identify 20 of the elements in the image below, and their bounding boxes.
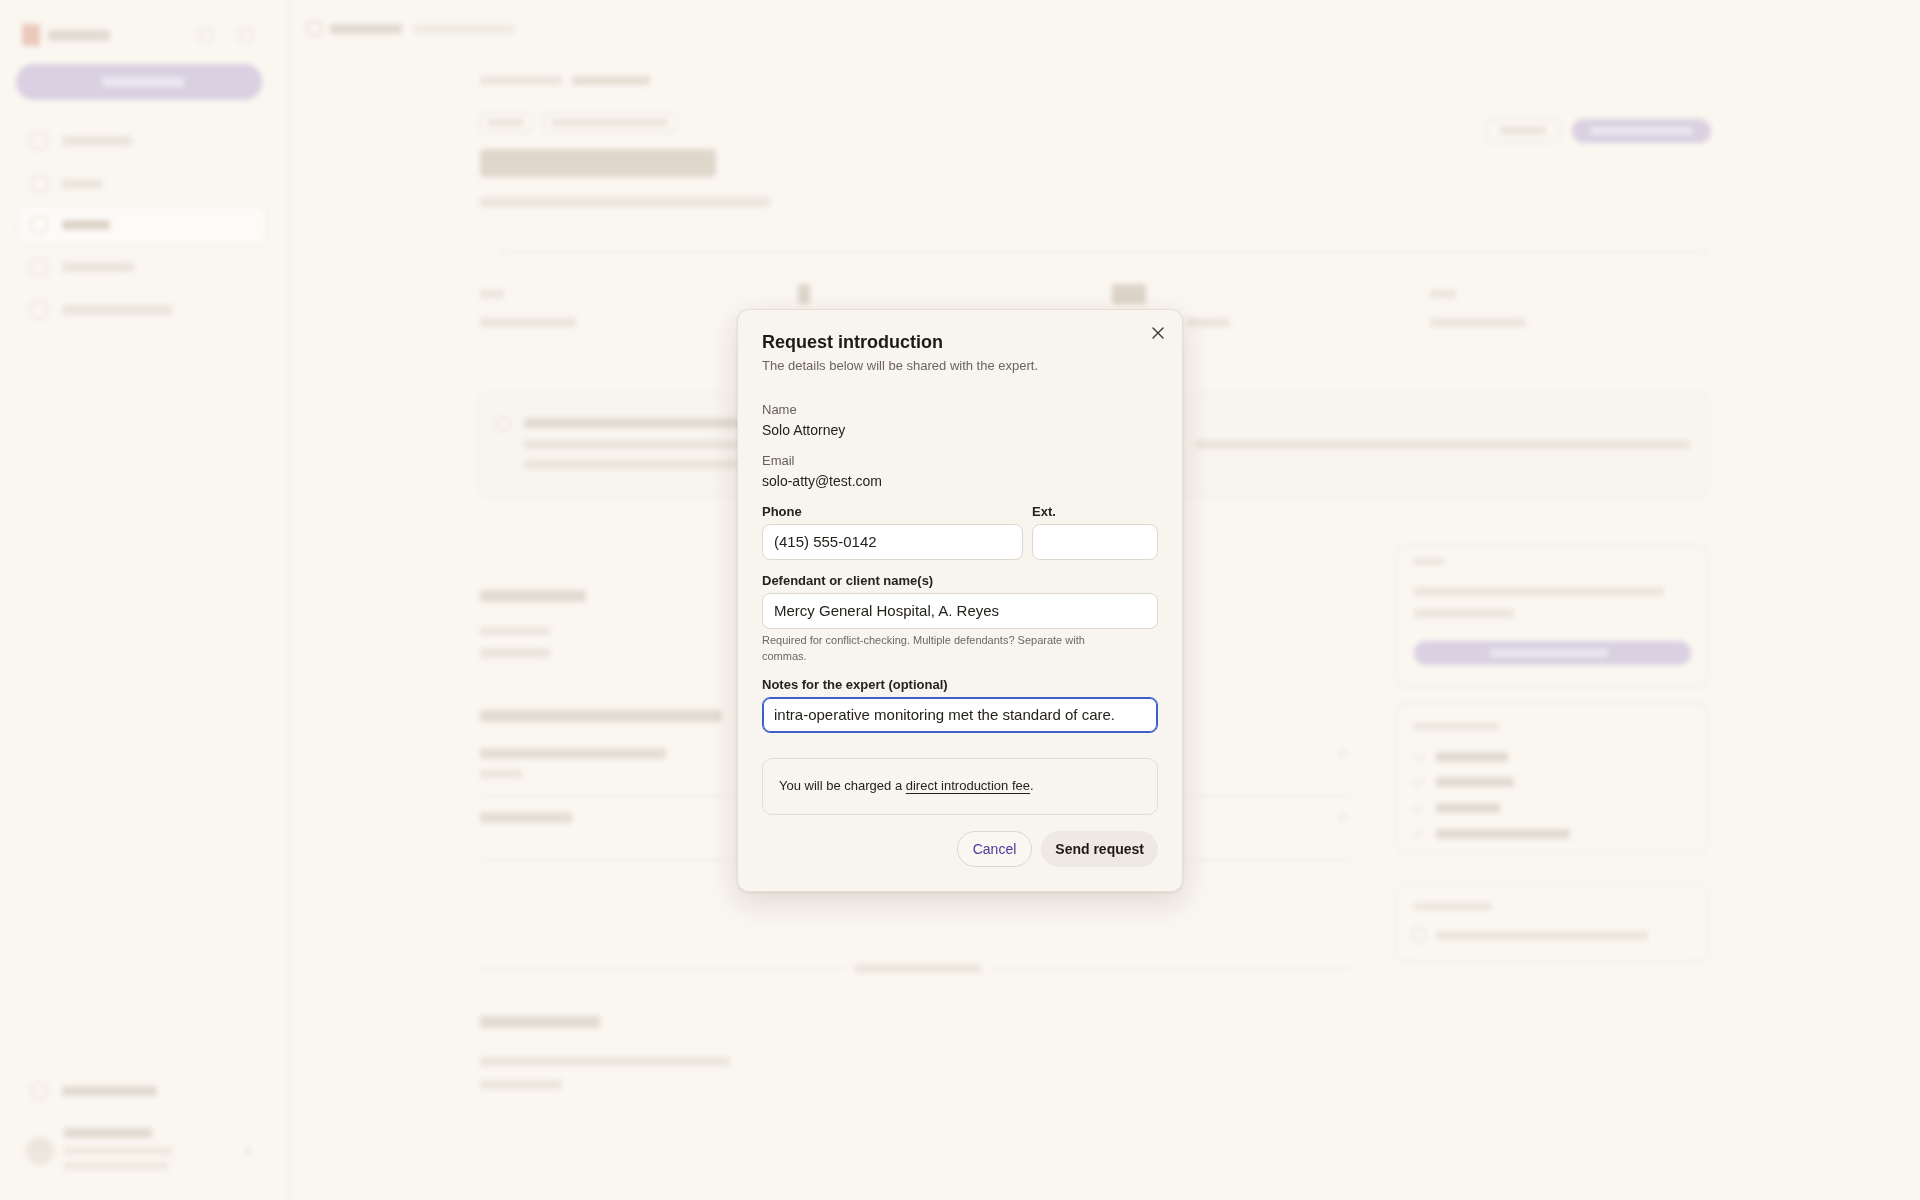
text-input[interactable]: intra-operative monitoring met the standard of care.	[762, 696, 1158, 733]
field-value: Solo Attorney	[762, 420, 847, 440]
text-input[interactable]: (415) 555-0142	[762, 523, 1023, 560]
dialog-subtitle: The details below will be shared with the expert.	[762, 356, 1040, 375]
field-value: solo-atty@test.com	[762, 471, 884, 491]
field-label: Notes for the expert (optional)	[762, 675, 949, 694]
text-input[interactable]	[1032, 523, 1158, 560]
field-label: Email	[762, 451, 796, 470]
fee-notice: You will be charged a direct introduction fee.	[779, 777, 1034, 795]
cancel-button[interactable]: Cancel	[956, 830, 1033, 867]
text-input[interactable]: Mercy General Hospital, A. Reyes	[762, 592, 1158, 629]
hint-text: Required for conflict-checking. Multiple defendants? Separate with commas.	[762, 632, 1086, 664]
field-label: Ext.	[1032, 502, 1057, 521]
send-button[interactable]: Send request	[1041, 830, 1158, 867]
field-label: Defendant or client name(s)	[762, 571, 935, 590]
field-label: Phone	[762, 502, 803, 521]
field-label: Name	[762, 400, 798, 419]
dialog-title: Request introduction	[762, 330, 944, 354]
fee-link[interactable]: direct introduction fee	[905, 778, 1030, 793]
close-icon[interactable]	[1152, 326, 1164, 339]
